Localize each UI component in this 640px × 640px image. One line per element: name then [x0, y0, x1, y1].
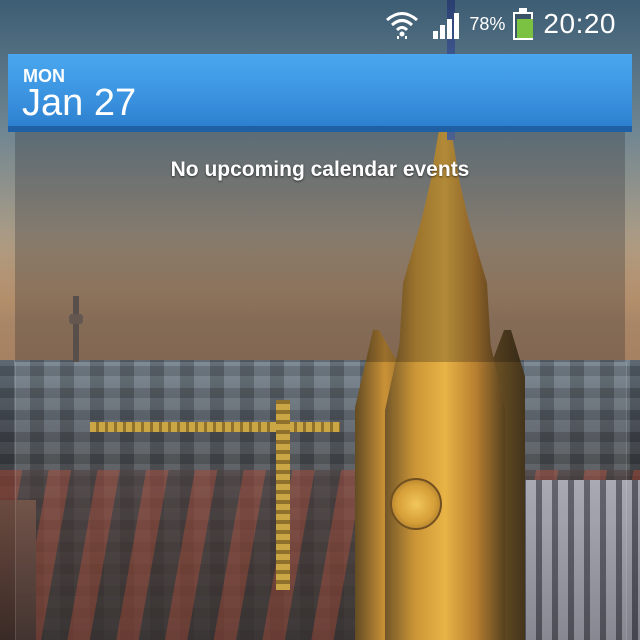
status-clock: 20:20	[543, 8, 616, 39]
status-bar: 78% 20:20	[0, 0, 640, 48]
wifi-icon	[386, 12, 419, 39]
calendar-widget-frame	[15, 362, 627, 640]
battery-icon	[513, 8, 534, 40]
signal-icon	[433, 13, 460, 39]
calendar-date-header[interactable]: MON Jan 27	[8, 54, 632, 132]
battery-percent: 78%	[469, 13, 506, 34]
date-label: Jan 27	[22, 82, 137, 124]
no-events-message: No upcoming calendar events	[170, 158, 470, 181]
